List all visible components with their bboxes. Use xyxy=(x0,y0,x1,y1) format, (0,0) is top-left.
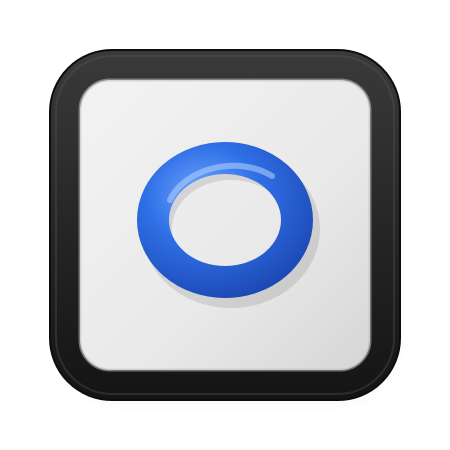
panel xyxy=(80,80,370,370)
icon-stage xyxy=(0,0,450,450)
circle-badge-icon xyxy=(49,49,401,401)
